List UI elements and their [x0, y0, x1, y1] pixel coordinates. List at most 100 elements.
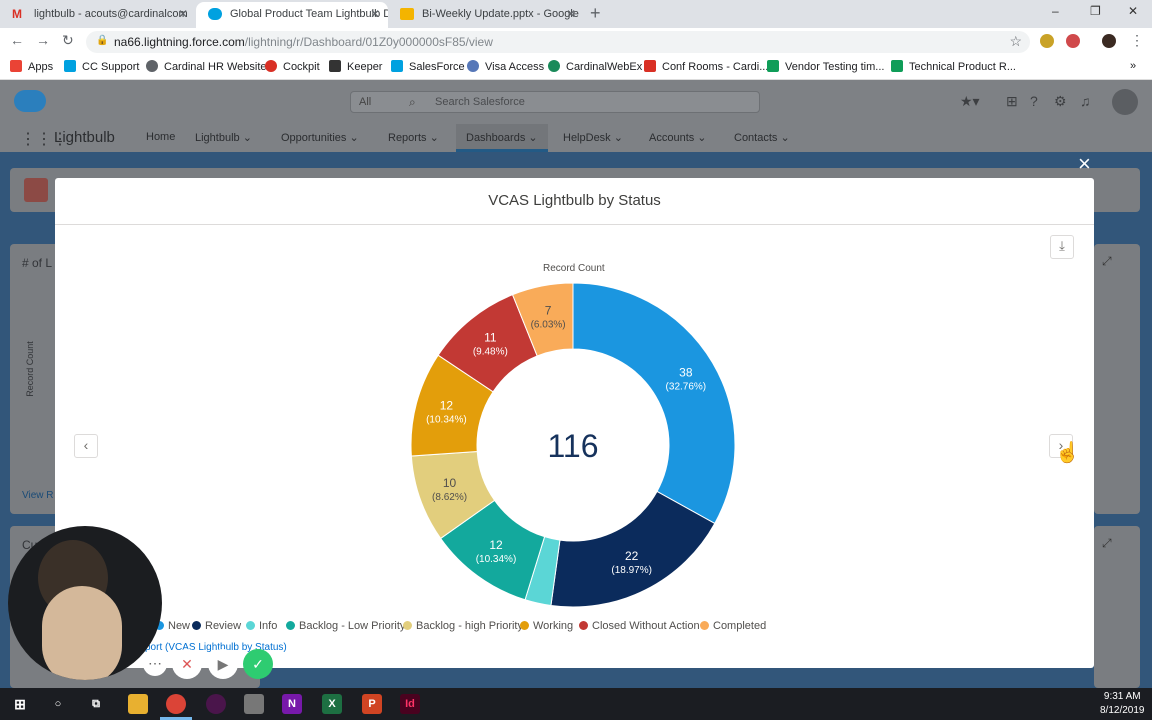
omnibox[interactable]: 🔒 na66.lightning.force.com/lightning/r/D… [86, 31, 1030, 53]
maximize-icon[interactable]: ❐ [1090, 4, 1101, 18]
new-tab-button[interactable]: + [590, 3, 601, 24]
onenote-icon[interactable]: N [282, 694, 302, 714]
notifications-bell-icon[interactable]: ♫ [1080, 93, 1091, 109]
reload-icon[interactable]: ↻ [62, 32, 74, 49]
nav-home[interactable]: Home [146, 131, 175, 143]
bookmark-vendor-testing[interactable]: Vendor Testing tim... [767, 60, 884, 73]
legend-dot-icon [700, 621, 709, 630]
slice-value-label: 11 [484, 330, 497, 344]
setup-gear-icon[interactable]: ⚙ [1054, 93, 1067, 110]
help-icon[interactable]: ? [1030, 93, 1038, 109]
url-text: na66.lightning.force.com/lightning/r/Das… [114, 35, 493, 49]
close-tab-icon[interactable]: ✕ [178, 2, 188, 26]
keeper-icon [329, 60, 341, 72]
discard-recording-icon[interactable]: ✕ [172, 649, 202, 679]
bookmark-webex[interactable]: CardinalWebEx [548, 60, 642, 73]
bookmark-visa-access[interactable]: Visa Access [467, 60, 544, 73]
more-options-icon[interactable]: ⋯ [143, 652, 167, 676]
expand-icon[interactable]: ⤢ [1102, 536, 1112, 551]
finish-recording-icon[interactable]: ✓ [243, 649, 273, 679]
legend-item[interactable]: Completed [700, 620, 766, 632]
user-avatar[interactable] [1112, 89, 1138, 115]
legend-label: Closed Without Action [592, 620, 700, 632]
expand-icon[interactable]: ⤢ [1102, 254, 1112, 269]
tab-slides[interactable]: Bi-Weekly Update.pptx - Google ✕ [388, 2, 584, 28]
close-modal-icon[interactable]: × [1078, 153, 1091, 175]
view-report-link[interactable]: View R [22, 490, 54, 501]
nav-helpdesk[interactable]: HelpDesk ⌄ [563, 131, 623, 144]
bookmark-technical-product[interactable]: Technical Product R... [891, 60, 1016, 73]
bookmark-hr-website[interactable]: Cardinal HR Website [146, 60, 267, 73]
task-view-icon[interactable]: ⧉ [86, 694, 106, 714]
search-scope-select[interactable]: All [359, 96, 371, 108]
close-tab-icon[interactable]: ✕ [370, 2, 380, 26]
nav-reports[interactable]: Reports ⌄ [388, 131, 439, 144]
legend-item[interactable]: Closed Without Action [579, 620, 700, 632]
windows-taskbar: ⊞ ○ ⧉ N X P Id 9:31 AM 8/12/2019 [0, 688, 1152, 720]
hand-cursor-icon: ☝ [1055, 442, 1080, 464]
indesign-icon[interactable]: Id [400, 694, 420, 714]
slice-percent-label: (8.62%) [432, 492, 467, 503]
slice-value-label: 38 [679, 365, 693, 379]
salesforce-cloud-icon [64, 60, 76, 72]
search-input[interactable]: Search Salesforce [435, 96, 525, 108]
nav-opportunities[interactable]: Opportunities ⌄ [281, 131, 359, 144]
bookmark-cockpit[interactable]: Cockpit [265, 60, 320, 73]
legend-label: Working [533, 620, 574, 632]
file-explorer-icon[interactable] [128, 694, 148, 714]
bookmark-apps[interactable]: Apps [10, 60, 53, 73]
bookmark-conf-rooms[interactable]: Conf Rooms - Cardi... [644, 60, 768, 73]
legend-dot-icon [403, 621, 412, 630]
legend-label: New [168, 620, 191, 632]
paint-icon[interactable] [244, 694, 264, 714]
more-bookmarks-icon[interactable]: » [1130, 60, 1136, 72]
legend-item[interactable]: Review [192, 620, 241, 632]
system-clock[interactable]: 9:31 AM 8/12/2019 [1100, 690, 1145, 718]
add-icon[interactable]: ⊞ [1006, 93, 1018, 110]
close-tab-icon[interactable]: ✕ [566, 2, 576, 26]
close-window-icon[interactable]: ✕ [1128, 4, 1138, 18]
excel-icon[interactable]: X [322, 694, 342, 714]
minimize-icon[interactable]: – [1052, 4, 1059, 18]
tab-gmail[interactable]: M lightbulb - acouts@cardinalcom ✕ [0, 2, 196, 28]
legend-item[interactable]: New [155, 620, 190, 632]
conf-rooms-icon [644, 60, 656, 72]
salesforce-header: All ⌕ Search Salesforce ★▾ ⊞ ? ⚙ ♫ ⋮⋮⋮ L… [0, 80, 1152, 152]
nav-contacts[interactable]: Contacts ⌄ [734, 131, 790, 144]
nav-accounts[interactable]: Accounts ⌄ [649, 131, 707, 144]
slack-icon[interactable] [206, 694, 226, 714]
app-name: Lightbulb [54, 129, 115, 146]
legend-item[interactable]: Backlog - high Priority [403, 620, 523, 632]
donut-slice-new[interactable] [572, 282, 736, 525]
extension-icon[interactable] [1040, 34, 1054, 48]
legend-item[interactable]: Backlog - Low Priority [286, 620, 405, 632]
nav-lightbulb[interactable]: Lightbulb ⌄ [195, 131, 252, 144]
extension-icon[interactable] [1066, 34, 1080, 48]
bookmark-star-icon[interactable]: ☆ [1009, 33, 1022, 50]
previous-chart-button[interactable]: ‹ [74, 434, 98, 458]
sheets-icon [891, 60, 903, 72]
nav-dashboards[interactable]: Dashboards ⌄ [456, 124, 548, 152]
windows-start-icon[interactable]: ⊞ [10, 694, 30, 714]
powerpoint-icon[interactable]: P [362, 694, 382, 714]
bookmark-cc-support[interactable]: CC Support [64, 60, 139, 73]
favorites-icon[interactable]: ★▾ [960, 93, 980, 110]
webcam-overlay [8, 526, 162, 680]
dashboard-icon [24, 178, 48, 202]
tab-salesforce[interactable]: Global Product Team Lightbulb D ✕ [196, 2, 388, 28]
legend-item[interactable]: Working [520, 620, 573, 632]
cortana-icon[interactable]: ○ [48, 694, 68, 714]
forward-icon[interactable]: → [36, 32, 50, 48]
legend-item[interactable]: Info [246, 620, 277, 632]
salesforce-cloud-icon [391, 60, 403, 72]
chrome-icon[interactable] [166, 694, 186, 714]
slice-percent-label: (32.76%) [666, 381, 707, 392]
profile-avatar[interactable] [1102, 34, 1116, 48]
global-search[interactable]: All ⌕ Search Salesforce [350, 91, 760, 113]
bookmark-salesforce[interactable]: SalesForce [391, 60, 465, 73]
resume-recording-icon[interactable]: ▶ [208, 649, 238, 679]
download-icon[interactable]: ⤓ [1050, 235, 1074, 259]
back-icon[interactable]: ← [10, 32, 24, 48]
chrome-menu-icon[interactable]: ⋮ [1130, 32, 1144, 49]
bookmark-keeper[interactable]: Keeper [329, 60, 382, 73]
